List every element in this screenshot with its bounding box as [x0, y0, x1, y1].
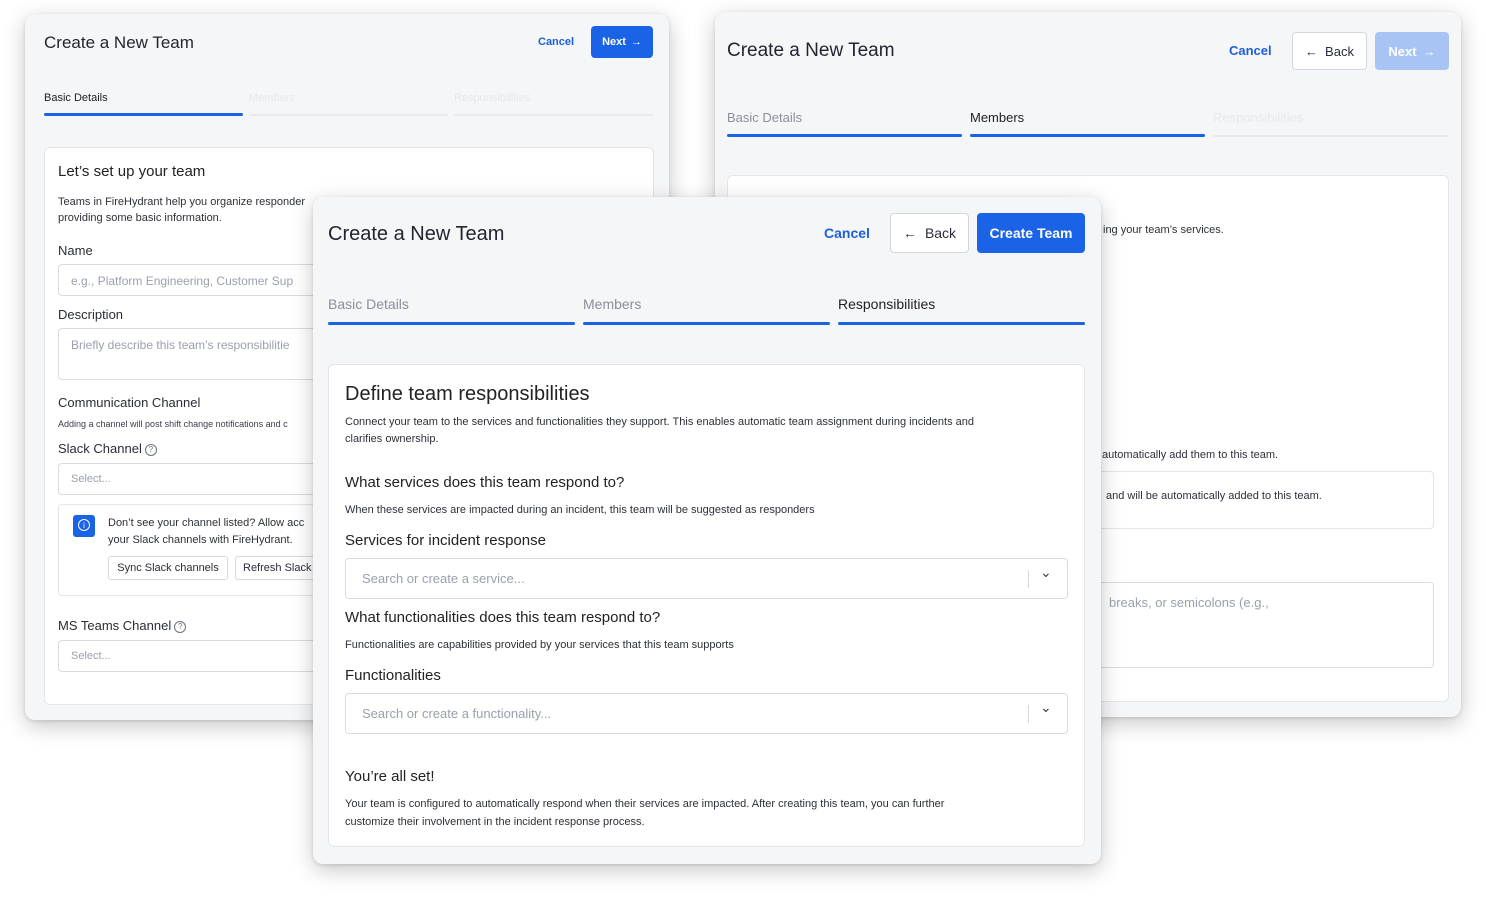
help-icon[interactable]: ? — [174, 620, 187, 633]
intro-text: clarifies ownership. — [345, 433, 439, 445]
tab-basic-details[interactable]: Basic Details — [328, 296, 409, 312]
next-button[interactable]: Next → — [591, 26, 653, 58]
tab-indicator-active — [328, 322, 575, 325]
tab-indicator-active — [583, 322, 830, 325]
tab-basic-details[interactable]: Basic Details — [727, 110, 802, 125]
intro-text: providing some basic information. — [58, 212, 222, 224]
tab-responsibilities[interactable]: Responsibilities — [838, 296, 935, 312]
arrow-right-icon: → — [630, 36, 642, 48]
chevron-down-icon[interactable]: ⌄ — [1040, 699, 1052, 716]
tab-members[interactable]: Members — [970, 110, 1024, 125]
functionalities-placeholder: Search or create a functionality... — [362, 706, 552, 721]
slack-channel-label: Slack Channel? — [58, 441, 157, 456]
ms-teams-select[interactable]: Select... — [58, 640, 338, 672]
done-text: customize their involvement in the incid… — [345, 816, 645, 828]
tab-indicator — [454, 114, 653, 116]
services-question: What services does this team respond to? — [345, 474, 625, 491]
card-heading: Let’s set up your team — [58, 163, 206, 180]
tab-indicator-active — [970, 134, 1205, 137]
services-help: When these services are impacted during … — [345, 504, 815, 516]
back-button[interactable]: ← Back — [1292, 32, 1367, 70]
create-team-button[interactable]: Create Team — [977, 213, 1085, 253]
tab-indicator-active — [44, 113, 243, 116]
info-text: your Slack channels with FireHydrant. — [108, 534, 293, 546]
functionalities-label: Functionalities — [345, 667, 441, 684]
info-text: Don’t see your channel listed? Allow acc — [108, 517, 305, 529]
description-textarea[interactable]: Briefly describe this team’s responsibil… — [58, 328, 338, 380]
services-placeholder: Search or create a service... — [362, 571, 525, 586]
next-label: Next — [1388, 43, 1417, 59]
window-title: Create a New Team — [44, 33, 194, 52]
tab-basic-details[interactable]: Basic Details — [44, 92, 108, 104]
arrow-right-icon: → — [1422, 43, 1436, 59]
select-divider — [1028, 570, 1029, 588]
functionalities-select[interactable]: Search or create a functionality... ⌄ — [345, 693, 1068, 734]
communication-channel-label: Communication Channel — [58, 395, 201, 410]
cancel-button[interactable]: Cancel — [538, 36, 574, 48]
tab-responsibilities[interactable]: Responsibilities — [454, 92, 530, 104]
tab-members[interactable]: Members — [583, 296, 641, 312]
card-heading: Define team responsibilities — [345, 383, 590, 405]
slack-channel-select[interactable]: Select... — [58, 463, 338, 495]
tab-members[interactable]: Members — [249, 92, 295, 104]
cancel-button[interactable]: Cancel — [1229, 43, 1272, 58]
slack-label-text: Slack Channel — [58, 441, 142, 456]
services-select[interactable]: Search or create a service... ⌄ — [345, 558, 1068, 599]
communication-help: Adding a channel will post shift change … — [58, 419, 288, 429]
intro-text: Teams in FireHydrant help you organize r… — [58, 196, 306, 208]
select-divider — [1028, 705, 1029, 723]
tab-indicator-active — [838, 322, 1085, 325]
back-button[interactable]: ← Back — [890, 213, 969, 253]
ms-label-text: MS Teams Channel — [58, 618, 172, 633]
create-team-window-step3: Create a New Team Cancel ← Back Create T… — [313, 197, 1101, 864]
ms-teams-label: MS Teams Channel? — [58, 618, 187, 633]
arrow-left-icon: ← — [1305, 43, 1319, 59]
chevron-down-icon[interactable]: ⌄ — [1040, 564, 1052, 581]
sync-slack-button[interactable]: Sync Slack channels — [108, 556, 228, 580]
members-textarea[interactable]: breaks, or semicolons (e.g., — [1098, 582, 1434, 668]
tab-indicator — [1213, 135, 1448, 137]
members-text: automatically add them to this team. — [1102, 449, 1279, 461]
members-text: and will be automatically added to this … — [1106, 490, 1322, 502]
functionalities-help: Functionalities are capabilities provide… — [345, 639, 734, 651]
done-text: Your team is configured to automatically… — [345, 798, 945, 810]
tab-responsibilities[interactable]: Responsibilities — [1213, 110, 1303, 125]
back-label: Back — [924, 225, 957, 241]
slack-info-box: i Don’t see your channel listed? Allow a… — [58, 504, 348, 596]
cancel-button[interactable]: Cancel — [824, 225, 870, 241]
arrow-left-icon: ← — [902, 225, 917, 241]
tab-indicator — [249, 114, 448, 116]
responsibilities-card: Define team responsibilities Connect you… — [328, 364, 1085, 847]
tab-indicator-active — [727, 134, 962, 137]
members-text: ing your team’s services. — [1103, 224, 1224, 236]
members-info-box: and will be automatically added to this … — [1098, 471, 1434, 529]
next-label: Next — [602, 36, 626, 48]
functionalities-question: What functionalities does this team resp… — [345, 609, 661, 626]
next-button[interactable]: Next → — [1375, 32, 1449, 70]
intro-text: Connect your team to the services and fu… — [345, 416, 974, 428]
services-label: Services for incident response — [345, 532, 546, 549]
description-label: Description — [58, 307, 124, 322]
name-input[interactable]: e.g., Platform Engineering, Customer Sup — [58, 264, 338, 296]
help-icon[interactable]: ? — [144, 443, 157, 456]
name-label: Name — [58, 243, 93, 258]
done-heading: You’re all set! — [345, 768, 435, 785]
window-title: Create a New Team — [727, 40, 895, 61]
info-icon: i — [73, 515, 95, 537]
window-title: Create a New Team — [328, 223, 505, 245]
back-label: Back — [1325, 43, 1354, 59]
